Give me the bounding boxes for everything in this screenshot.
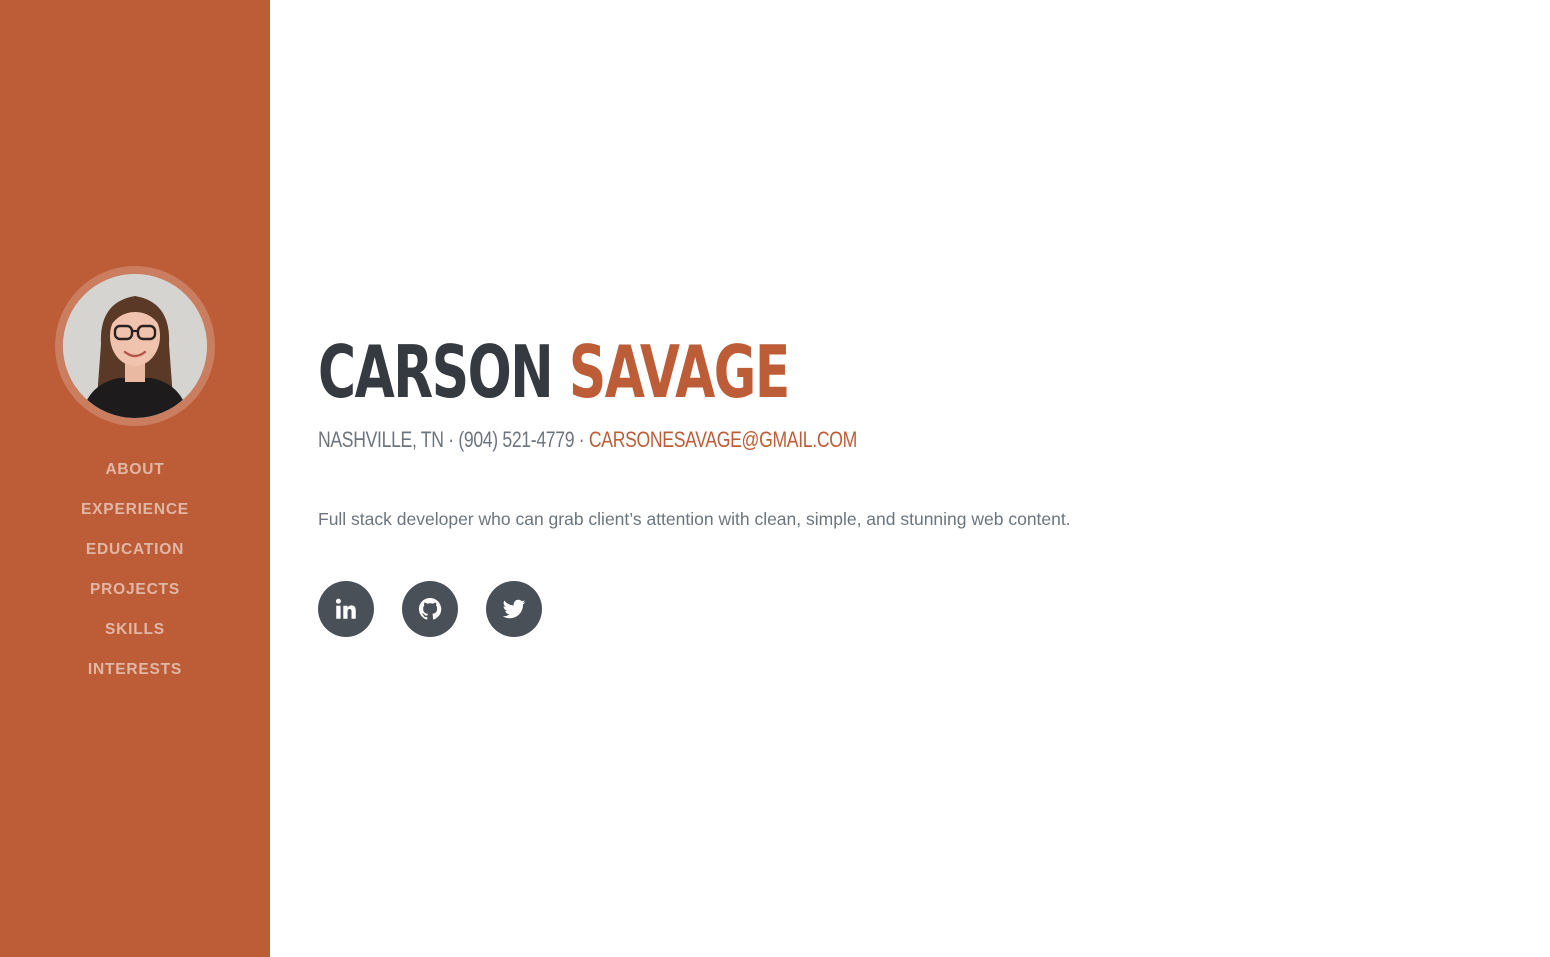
- avatar: [63, 273, 207, 418]
- nav-about[interactable]: About: [105, 450, 164, 490]
- twitter-button[interactable]: [486, 581, 542, 637]
- sidebar-nav: About Experience Education Projects Skil…: [81, 450, 189, 690]
- github-icon: [418, 597, 442, 620]
- email-link[interactable]: carsonesavage@gmail.com: [589, 427, 857, 452]
- nav-education[interactable]: Education: [86, 530, 184, 570]
- nav-interests[interactable]: Interests: [88, 650, 182, 690]
- contact-line: Nashville, TN · (904) 521-4779 · carsone…: [318, 426, 857, 454]
- social-links: [318, 581, 542, 637]
- last-name: Savage: [568, 330, 790, 414]
- nav-experience[interactable]: Experience: [81, 490, 189, 530]
- intro-text: Full stack developer who can grab client…: [318, 509, 1071, 529]
- separator: ·: [448, 427, 454, 452]
- twitter-icon: [502, 599, 526, 619]
- linkedin-button[interactable]: [318, 581, 374, 637]
- separator: ·: [578, 427, 585, 452]
- main-content: Carson Savage Nashville, TN · (904) 521-…: [318, 0, 1550, 957]
- page-title: Carson Savage: [318, 326, 790, 418]
- nav-skills[interactable]: Skills: [105, 610, 165, 650]
- linkedin-icon: [335, 598, 356, 619]
- phone: (904) 521-4779: [458, 427, 575, 452]
- sidebar: About Experience Education Projects Skil…: [0, 0, 270, 957]
- location: Nashville, TN: [318, 427, 444, 452]
- nav-projects[interactable]: Projects: [90, 570, 180, 610]
- first-name: Carson: [318, 330, 554, 414]
- avatar-frame: [55, 265, 215, 426]
- github-button[interactable]: [402, 581, 458, 637]
- avatar-photo: [63, 273, 207, 418]
